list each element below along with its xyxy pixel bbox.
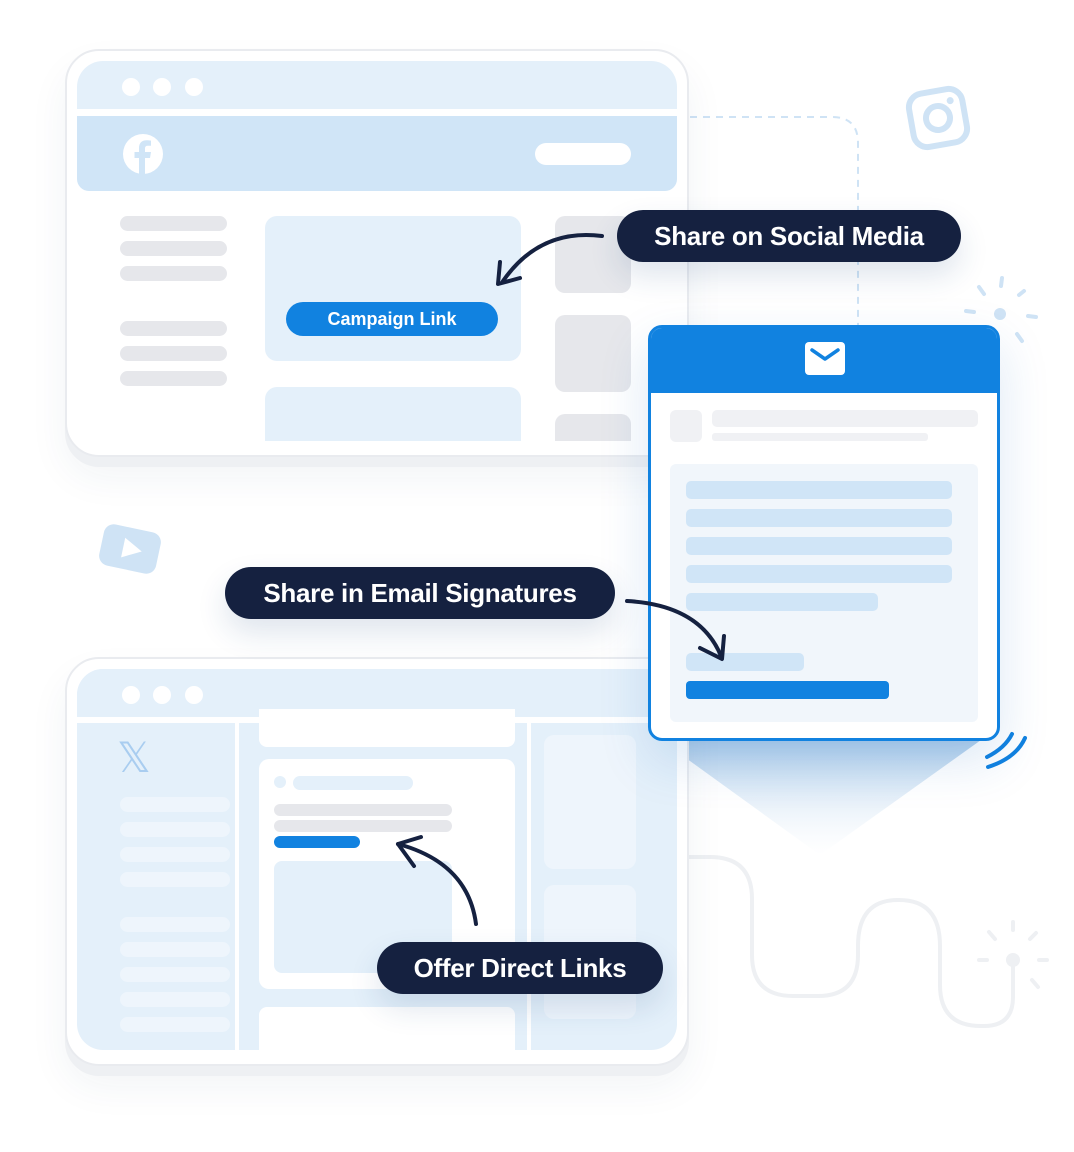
nav-placeholder bbox=[120, 847, 230, 862]
feed-card bbox=[259, 709, 515, 747]
subject-placeholder bbox=[712, 410, 978, 427]
body-line bbox=[686, 537, 952, 555]
body-line bbox=[686, 565, 952, 583]
nav-placeholder bbox=[120, 992, 230, 1007]
direct-link[interactable] bbox=[274, 836, 360, 848]
body-line bbox=[686, 509, 952, 527]
body-line bbox=[686, 593, 878, 611]
nav-placeholder bbox=[120, 822, 230, 837]
sender-placeholder bbox=[712, 433, 928, 441]
body-line bbox=[686, 481, 952, 499]
nav-placeholder bbox=[120, 266, 227, 281]
nav-placeholder bbox=[120, 917, 230, 932]
text-placeholder bbox=[274, 804, 452, 816]
nav-placeholder bbox=[120, 797, 230, 812]
feed-card bbox=[259, 1007, 515, 1050]
envelope-icon bbox=[805, 342, 845, 375]
share-email-signatures-text: Share in Email Signatures bbox=[263, 577, 577, 608]
signature-campaign-link[interactable] bbox=[686, 681, 889, 699]
x-icon: 𝕏 bbox=[117, 733, 151, 782]
youtube-icon bbox=[99, 524, 161, 574]
text-placeholder bbox=[274, 820, 452, 832]
nav-placeholder bbox=[120, 1017, 230, 1032]
sender-avatar bbox=[670, 410, 702, 442]
share-email-signatures-label: Share in Email Signatures bbox=[225, 567, 615, 619]
nav-placeholder bbox=[120, 967, 230, 982]
offer-direct-links-label: Offer Direct Links bbox=[377, 942, 663, 994]
x-sidebar: 𝕏 bbox=[77, 723, 239, 1050]
window-titlebar bbox=[77, 61, 677, 109]
nav-placeholder bbox=[120, 872, 230, 887]
window-dot bbox=[122, 686, 140, 704]
instagram-icon bbox=[905, 85, 971, 151]
email-card-beam bbox=[654, 735, 988, 855]
post-card: Campaign Link bbox=[265, 216, 521, 361]
email-header bbox=[651, 328, 997, 393]
nav-placeholder bbox=[120, 371, 227, 386]
avatar bbox=[274, 776, 286, 788]
sidebar-tile bbox=[555, 414, 631, 441]
post-card bbox=[265, 387, 521, 441]
x-right-column bbox=[527, 723, 677, 1050]
campaign-link-button[interactable]: Campaign Link bbox=[286, 302, 498, 336]
campaign-link-label: Campaign Link bbox=[327, 308, 457, 329]
window-dot bbox=[185, 78, 203, 96]
facebook-window-content: Campaign Link bbox=[77, 61, 677, 441]
email-body bbox=[670, 464, 978, 722]
nav-placeholder bbox=[120, 346, 227, 361]
share-social-media-label: Share on Social Media bbox=[617, 210, 961, 262]
facebook-header-bar bbox=[77, 116, 677, 191]
nav-placeholder bbox=[120, 942, 230, 957]
username-placeholder bbox=[293, 776, 413, 790]
share-social-media-text: Share on Social Media bbox=[654, 220, 924, 251]
window-dot bbox=[153, 686, 171, 704]
facebook-icon bbox=[123, 134, 163, 174]
email-signature-card bbox=[648, 325, 1000, 741]
window-dot bbox=[122, 78, 140, 96]
facebook-browser-window: Campaign Link bbox=[65, 49, 689, 457]
header-search-pill[interactable] bbox=[535, 143, 631, 165]
nav-placeholder bbox=[120, 241, 227, 256]
sidebar-tile bbox=[544, 735, 636, 869]
nav-placeholder bbox=[120, 321, 227, 336]
nav-placeholder bbox=[120, 216, 227, 231]
window-dot bbox=[153, 78, 171, 96]
squiggle-line bbox=[686, 855, 1015, 1028]
x-browser-window: 𝕏 bbox=[65, 657, 689, 1066]
window-dot bbox=[185, 686, 203, 704]
sidebar-tile bbox=[555, 315, 631, 392]
offer-direct-links-text: Offer Direct Links bbox=[413, 952, 627, 983]
signature-name bbox=[686, 653, 804, 671]
